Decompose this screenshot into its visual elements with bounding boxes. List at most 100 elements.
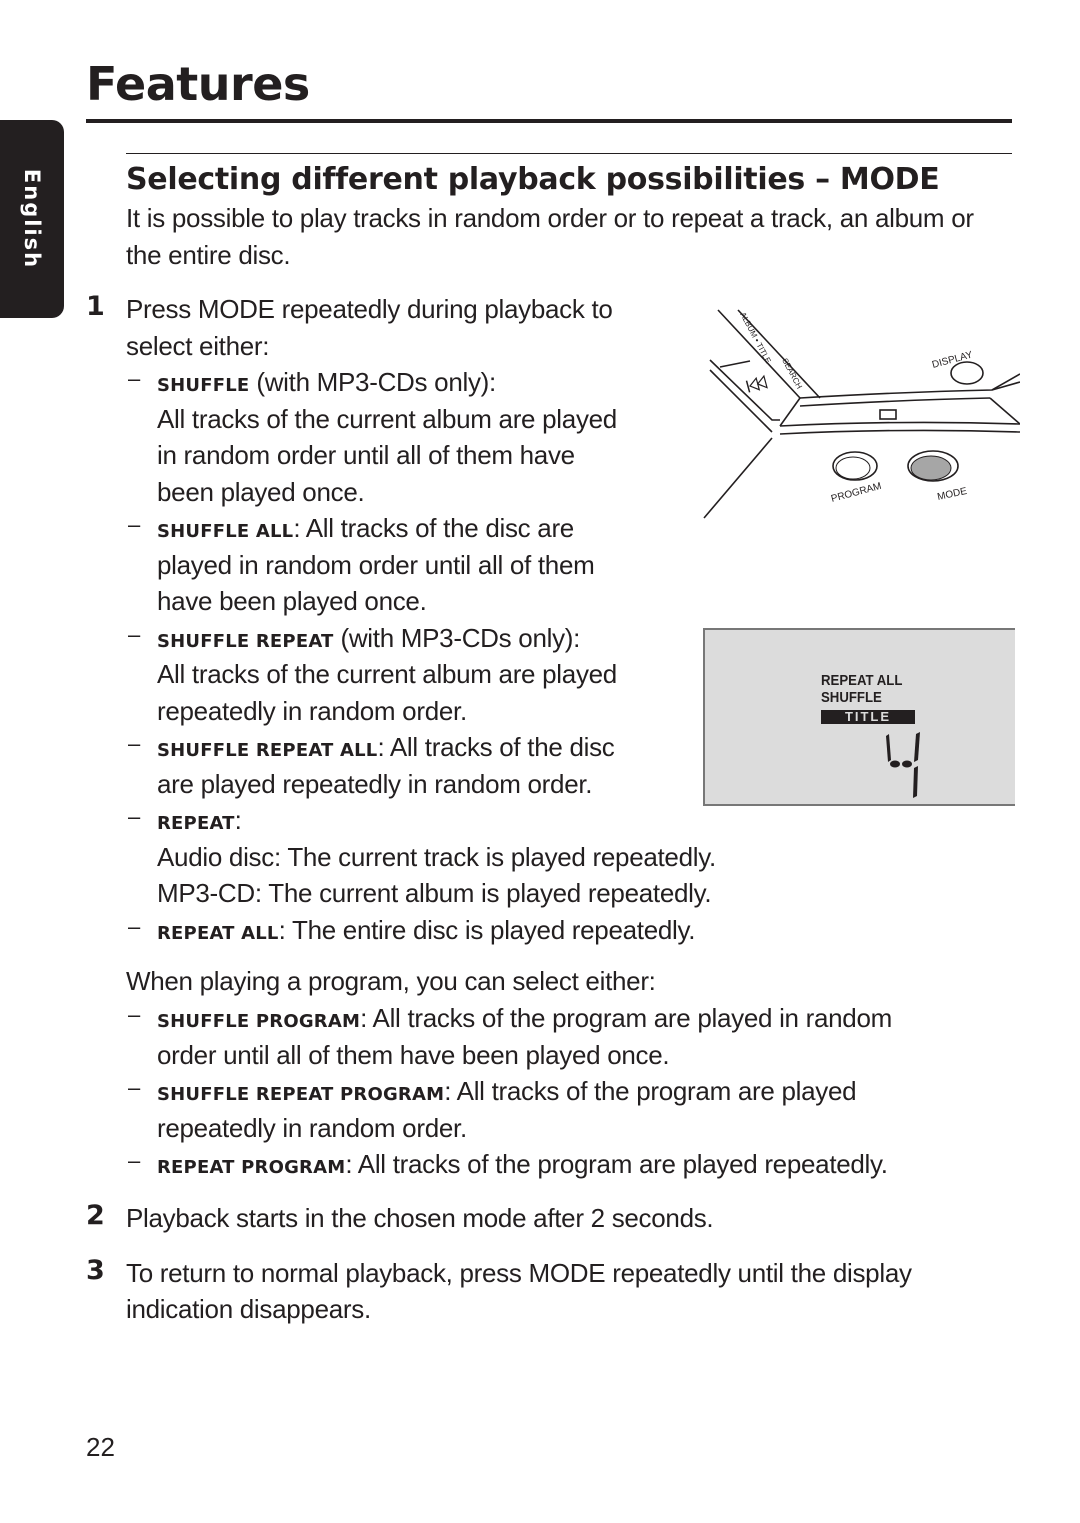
lcd-segment [886, 734, 891, 762]
intro-line-1: It is possible to play tracks in random … [126, 203, 974, 233]
device-edge [719, 360, 751, 368]
list-dash: – [128, 621, 141, 647]
mode-description: All tracks of the disc [389, 732, 615, 762]
device-edge [989, 397, 1020, 425]
device-edge [709, 369, 773, 433]
display-window [879, 409, 897, 420]
device-edge [799, 373, 1020, 399]
mode-separator: : [278, 914, 292, 945]
device-edge [991, 381, 1020, 391]
device-edge [703, 437, 773, 519]
step-1-line-2: select either: [126, 331, 270, 361]
list-dash: – [128, 1075, 141, 1100]
lcd-segment [914, 732, 920, 762]
lcd-segment [913, 766, 918, 798]
device-edge [779, 429, 1020, 435]
mode-description: The entire disc is played repeatedly. [291, 914, 696, 945]
mode-label: SHUFFLE PROGRAM [157, 1011, 361, 1032]
display-button [950, 361, 984, 385]
program-label: PROGRAM [830, 481, 883, 505]
mode-separator: : [444, 1076, 457, 1106]
list-item-continuation: Audio disc: The current track is played … [157, 841, 716, 872]
list-item-continuation: MP3-CD: The current album is played repe… [157, 878, 712, 908]
mode-separator: : [377, 732, 390, 762]
step-3-line-2: indication disappears. [126, 1294, 371, 1324]
lcd-digit-4 [886, 732, 920, 798]
skip-icon [745, 374, 768, 393]
mode-label: MODE [936, 486, 968, 503]
mode-label: SHUFFLE REPEAT [157, 630, 334, 652]
mode-description: (with MP3-CDs only): [340, 622, 581, 653]
step-number: 2 [86, 1200, 105, 1231]
list-item-continuation: are played repeatedly in random order. [157, 768, 593, 799]
list-item-continuation: order until all of them have been played… [157, 1039, 670, 1070]
program-button [832, 451, 878, 481]
mode-label: SHUFFLE ALL [157, 521, 294, 542]
mode-description: All tracks of the program are played rep… [357, 1149, 888, 1179]
list-dash: – [128, 1148, 141, 1173]
device-edge [799, 397, 991, 407]
list-item: SHUFFLE REPEAT (with MP3-CDs only): [157, 620, 580, 661]
lcd-segment [890, 760, 900, 768]
list-item-continuation: All tracks of the current album are play… [157, 659, 617, 689]
program-intro: When playing a program, you can select e… [126, 966, 656, 996]
page-number: 22 [86, 1432, 115, 1462]
lcd-repeat-all: REPEAT ALL [821, 672, 903, 689]
list-item-continuation: have been played once. [157, 586, 427, 616]
mode-label: SHUFFLE REPEAT ALL [157, 740, 378, 761]
list-item: SHUFFLE PROGRAM: All tracks of the progr… [157, 1000, 892, 1041]
step-2-line-1: Playback starts in the chosen mode after… [126, 1203, 714, 1233]
language-tab-label: English [20, 168, 44, 270]
list-item-continuation: All tracks of the current album are play… [157, 403, 617, 434]
search-label: SEARCH [780, 357, 804, 391]
list-dash: – [128, 1002, 141, 1027]
page-title: Features [86, 57, 310, 111]
list-item: REPEAT ALL: The entire disc is played re… [157, 912, 695, 953]
mode-label: REPEAT ALL [157, 922, 279, 944]
list-dash: – [128, 913, 141, 939]
list-dash: – [128, 366, 141, 391]
list-item: SHUFFLE REPEAT PROGRAM: All tracks of th… [157, 1073, 857, 1114]
step-number: 3 [86, 1255, 105, 1286]
mode-separator: : [234, 805, 242, 835]
list-item: SHUFFLE REPEAT ALL: All tracks of the di… [157, 729, 615, 770]
list-item-continuation: been played once. [157, 476, 365, 507]
mode-description: All tracks of the program are played in … [372, 1003, 893, 1033]
lcd-shuffle: SHUFFLE [821, 689, 882, 706]
list-dash: – [128, 512, 141, 537]
list-item: REPEAT PROGRAM: All tracks of the progra… [157, 1146, 888, 1187]
intro-line-2: the entire disc. [126, 240, 291, 270]
device-edge [779, 421, 1020, 427]
lcd-display: REPEAT ALL SHUFFLE TITLE [703, 628, 1015, 806]
list-item-continuation: in random order until all of them have [157, 440, 575, 470]
device-edge [779, 397, 801, 427]
mode-separator: : [293, 513, 306, 543]
section-rule [126, 153, 1012, 154]
list-item-continuation: played in random order until all of them [157, 549, 595, 580]
step-3-line-1: To return to normal playback, press MODE… [126, 1258, 912, 1288]
mode-label: SHUFFLE [157, 375, 250, 396]
list-item: REPEAT: [157, 802, 242, 843]
device-illustration: DISPLAY PROGRAM MODE ALBUM • TITLE SEARC… [703, 309, 1020, 519]
lcd-title-badge: TITLE [821, 710, 915, 724]
list-item-continuation: repeatedly in random order. [157, 1112, 467, 1143]
mode-separator: : [360, 1003, 373, 1033]
mode-label: REPEAT [157, 813, 235, 834]
lcd-segment [902, 760, 912, 768]
mode-description: All tracks of the program are played [456, 1076, 857, 1106]
step-1-line-1: Press MODE repeatedly during playback to [126, 294, 613, 324]
step-number: 1 [86, 291, 105, 322]
list-item-continuation: repeatedly in random order. [157, 695, 467, 726]
mode-description: (with MP3-CDs only): [256, 367, 496, 397]
list-item: SHUFFLE (with MP3-CDs only): [157, 364, 496, 405]
language-tab: English [0, 120, 64, 318]
list-dash: – [128, 804, 141, 829]
mode-separator: : [345, 1149, 358, 1179]
list-dash: – [128, 731, 141, 756]
mode-description: All tracks of the disc are [305, 513, 575, 543]
mode-label: REPEAT PROGRAM [157, 1157, 346, 1178]
section-title: Selecting different playback possibiliti… [126, 162, 940, 197]
title-rule [86, 119, 1012, 123]
device-edge [709, 359, 780, 421]
list-item: SHUFFLE ALL: All tracks of the disc are [157, 510, 574, 551]
